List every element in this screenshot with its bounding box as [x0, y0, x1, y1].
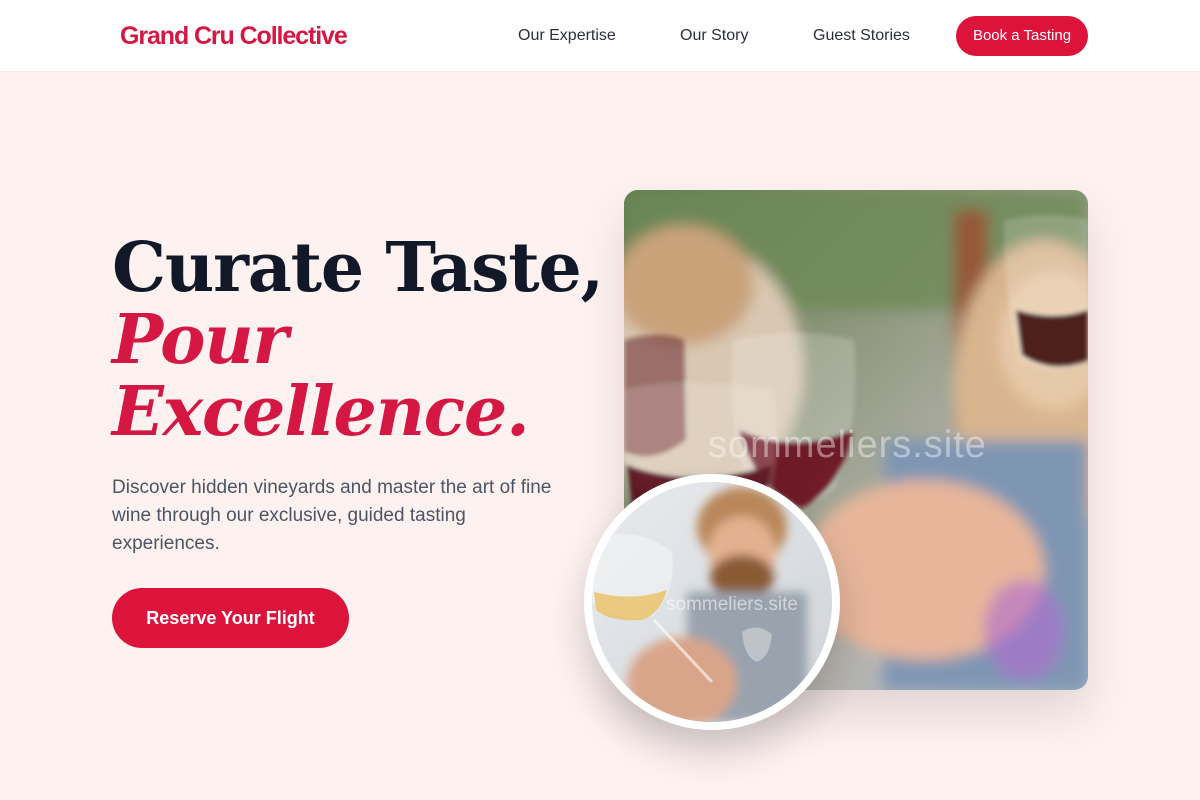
circle-image-watermark: sommeliers.site [666, 594, 798, 615]
hero-description: Discover hidden vineyards and master the… [112, 477, 552, 554]
reserve-flight-button[interactable]: Reserve Your Flight [112, 588, 349, 648]
image-watermark: sommeliers.site [708, 424, 987, 466]
brand-logo[interactable]: Grand Cru Collective [120, 20, 348, 52]
headline-accent-line2: Pour [112, 300, 288, 380]
book-tasting-button[interactable]: Book a Tasting [956, 16, 1088, 56]
nav-link-our-story[interactable]: Our Story [680, 25, 748, 47]
headline-line1: Curate Taste, [112, 228, 604, 308]
hero-headline: Curate Taste, Pour Excellence. [112, 228, 604, 452]
navbar: Grand Cru Collective Our Expertise Our S… [0, 0, 1200, 72]
headline-accent-line3: Excellence. [112, 372, 530, 452]
nav-link-our-expertise[interactable]: Our Expertise [518, 25, 616, 47]
nav-link-guest-stories[interactable]: Guest Stories [813, 25, 910, 47]
